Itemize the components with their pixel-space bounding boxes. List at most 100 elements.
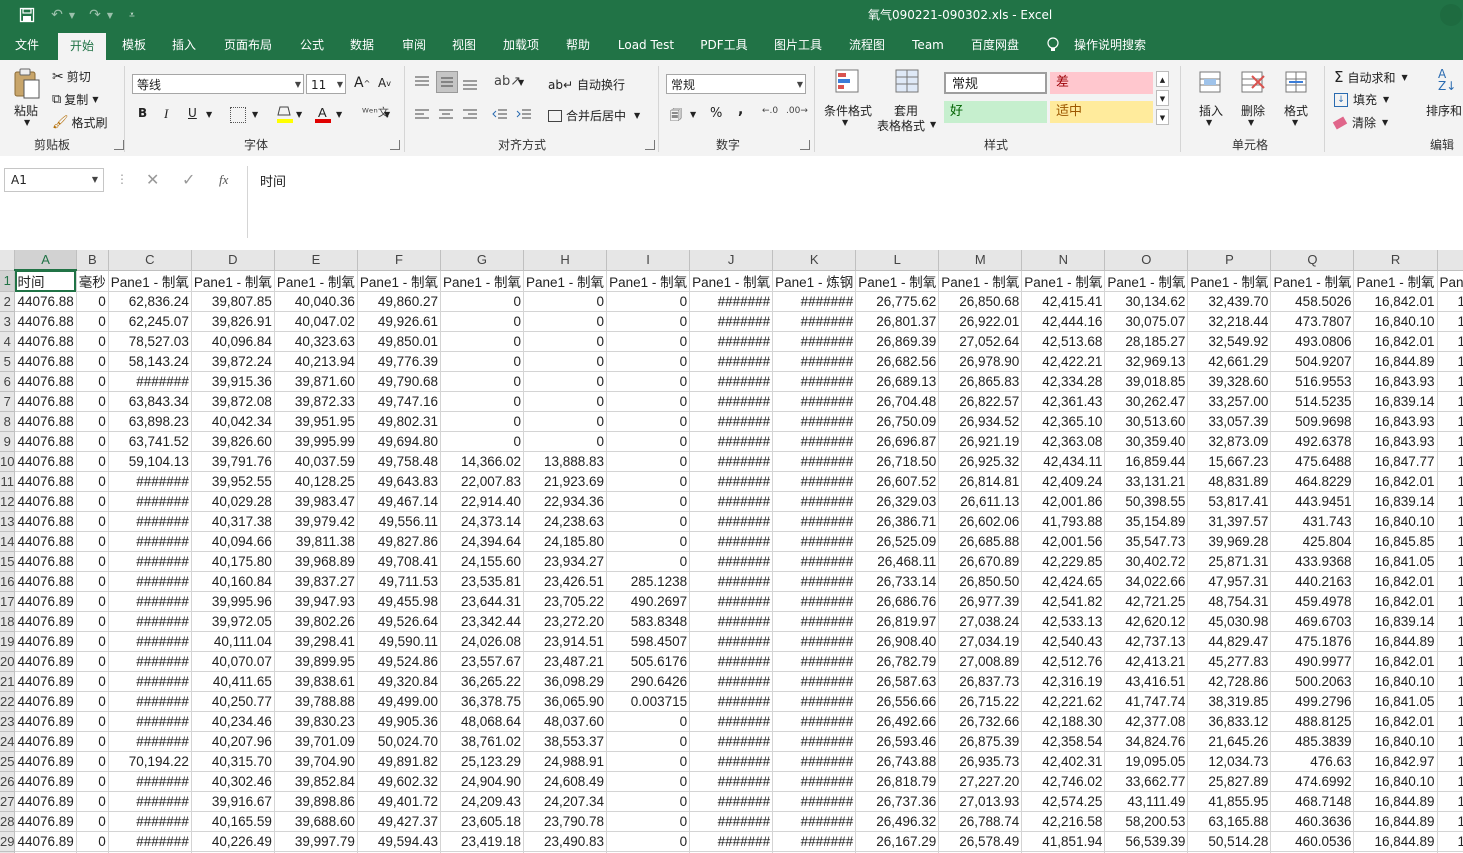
tab-pdf-tools[interactable]: PDF工具 [696, 30, 752, 60]
cell-m16[interactable]: 26,850.50 [938, 571, 1023, 592]
autosum-button[interactable]: Σ 自动求和 ▼ [1334, 68, 1408, 86]
cell-i20[interactable]: 505.6176 [606, 651, 691, 672]
cell-j16[interactable]: ####### [689, 571, 774, 592]
cell-q9[interactable]: 492.6378 [1270, 431, 1355, 452]
cell-r5[interactable]: 16,844.89 [1353, 351, 1438, 372]
row-header[interactable]: 19 [0, 631, 16, 652]
clipboard-dialog-launcher[interactable] [114, 140, 124, 150]
cell-g29[interactable]: 23,419.18 [440, 831, 525, 852]
cell-g18[interactable]: 23,342.44 [440, 611, 525, 632]
cell-e29[interactable]: 39,997.79 [274, 831, 358, 852]
cell-g1[interactable]: Pane1 - 制氧 [440, 270, 525, 292]
cell-l18[interactable]: 26,819.97 [855, 611, 940, 632]
cell-b4[interactable]: 0 [76, 331, 109, 352]
wrap-text-button[interactable]: ab↵ 自动换行 [548, 76, 625, 93]
cell-j14[interactable]: ####### [689, 531, 774, 552]
cell-m22[interactable]: 26,715.22 [938, 691, 1023, 712]
cell-b13[interactable]: 0 [76, 511, 109, 532]
cell-d20[interactable]: 40,070.07 [191, 651, 275, 672]
cell-g24[interactable]: 38,761.02 [440, 731, 525, 752]
cell-m15[interactable]: 26,670.89 [938, 551, 1023, 572]
cell-i26[interactable]: 0 [606, 771, 691, 792]
cell-s25[interactable]: 16,842.97 [1437, 751, 1463, 772]
cell-l23[interactable]: 26,492.66 [855, 711, 940, 732]
increase-decimal-icon[interactable]: ←.0 [762, 106, 778, 116]
cell-o1[interactable]: Pane1 - 制氧 [1104, 270, 1189, 292]
cell-m27[interactable]: 27,013.93 [938, 791, 1023, 812]
style-neutral[interactable]: 适中 [1050, 101, 1153, 123]
cell-j5[interactable]: ####### [689, 351, 774, 372]
cell-l26[interactable]: 26,818.79 [855, 771, 940, 792]
cell-p20[interactable]: 45,277.83 [1187, 651, 1272, 672]
cell-r27[interactable]: 16,844.89 [1353, 791, 1438, 812]
cell-o11[interactable]: 33,131.21 [1104, 471, 1189, 492]
cell-e23[interactable]: 39,830.23 [274, 711, 358, 732]
row-header[interactable]: 17 [0, 591, 16, 612]
number-format-combo[interactable]: 常规 ▼ [666, 74, 806, 94]
cell-g8[interactable]: 0 [440, 411, 525, 432]
cell-l2[interactable]: 26,775.62 [855, 291, 940, 312]
cell-j25[interactable]: ####### [689, 751, 774, 772]
cell-k10[interactable]: ####### [772, 451, 857, 472]
cell-b21[interactable]: 0 [76, 671, 109, 692]
cell-g4[interactable]: 0 [440, 331, 525, 352]
cell-d14[interactable]: 40,094.66 [191, 531, 275, 552]
cell-d5[interactable]: 39,872.24 [191, 351, 275, 372]
cell-a10[interactable]: 44076.88 [14, 451, 77, 472]
cell-n16[interactable]: 42,424.65 [1021, 571, 1106, 592]
cell-o29[interactable]: 56,539.39 [1104, 831, 1189, 852]
cell-a20[interactable]: 44076.89 [14, 651, 77, 672]
cell-r28[interactable]: 16,844.89 [1353, 811, 1438, 832]
row-header[interactable]: 27 [0, 791, 16, 812]
redo-icon[interactable]: ↷ [84, 4, 106, 26]
cell-h22[interactable]: 36,065.90 [523, 691, 608, 712]
cell-i27[interactable]: 0 [606, 791, 691, 812]
cell-j15[interactable]: ####### [689, 551, 774, 572]
cell-n24[interactable]: 42,358.54 [1021, 731, 1106, 752]
cell-k29[interactable]: ####### [772, 831, 857, 852]
cell-i6[interactable]: 0 [606, 371, 691, 392]
cell-d10[interactable]: 39,791.76 [191, 451, 275, 472]
cell-g16[interactable]: 23,535.81 [440, 571, 525, 592]
cell-b1[interactable]: 毫秒 [76, 270, 109, 292]
format-as-table-icon[interactable] [894, 68, 922, 96]
row-header[interactable]: 5 [0, 351, 16, 372]
percent-button[interactable]: % [710, 106, 722, 121]
cell-s21[interactable]: 16,840.10 [1437, 671, 1463, 692]
cell-q15[interactable]: 433.9368 [1270, 551, 1355, 572]
cell-m26[interactable]: 27,227.20 [938, 771, 1023, 792]
cell-i10[interactable]: 0 [606, 451, 691, 472]
format-as-table-dropdown-icon[interactable]: ▼ [930, 120, 936, 129]
cell-m5[interactable]: 26,978.90 [938, 351, 1023, 372]
cell-b7[interactable]: 0 [76, 391, 109, 412]
cell-r29[interactable]: 16,844.89 [1353, 831, 1438, 852]
column-header-p[interactable]: P [1187, 250, 1272, 271]
cell-m4[interactable]: 27,052.64 [938, 331, 1023, 352]
cell-c13[interactable]: ####### [108, 511, 192, 532]
cell-c4[interactable]: 78,527.03 [108, 331, 192, 352]
cell-o28[interactable]: 58,200.53 [1104, 811, 1189, 832]
cell-m2[interactable]: 26,850.68 [938, 291, 1023, 312]
cell-k26[interactable]: ####### [772, 771, 857, 792]
cell-s2[interactable]: 16,842.01 [1437, 291, 1463, 312]
cell-n26[interactable]: 42,746.02 [1021, 771, 1106, 792]
column-header-n[interactable]: N [1021, 250, 1106, 271]
cell-l27[interactable]: 26,737.36 [855, 791, 940, 812]
cell-j7[interactable]: ####### [689, 391, 774, 412]
cell-d23[interactable]: 40,234.46 [191, 711, 275, 732]
cell-s3[interactable]: 16,840.10 [1437, 311, 1463, 332]
cell-j6[interactable]: ####### [689, 371, 774, 392]
cell-k13[interactable]: ####### [772, 511, 857, 532]
cell-n15[interactable]: 42,229.85 [1021, 551, 1106, 572]
cell-n28[interactable]: 42,216.58 [1021, 811, 1106, 832]
cell-l1[interactable]: Pane1 - 制氧 [855, 270, 940, 292]
cell-d12[interactable]: 40,029.28 [191, 491, 275, 512]
cell-o15[interactable]: 30,402.72 [1104, 551, 1189, 572]
cell-e11[interactable]: 40,128.25 [274, 471, 358, 492]
cell-i24[interactable]: 0 [606, 731, 691, 752]
cell-i11[interactable]: 0 [606, 471, 691, 492]
cell-c25[interactable]: 70,194.22 [108, 751, 192, 772]
cell-m10[interactable]: 26,925.32 [938, 451, 1023, 472]
cell-i28[interactable]: 0 [606, 811, 691, 832]
cell-q22[interactable]: 499.2796 [1270, 691, 1355, 712]
